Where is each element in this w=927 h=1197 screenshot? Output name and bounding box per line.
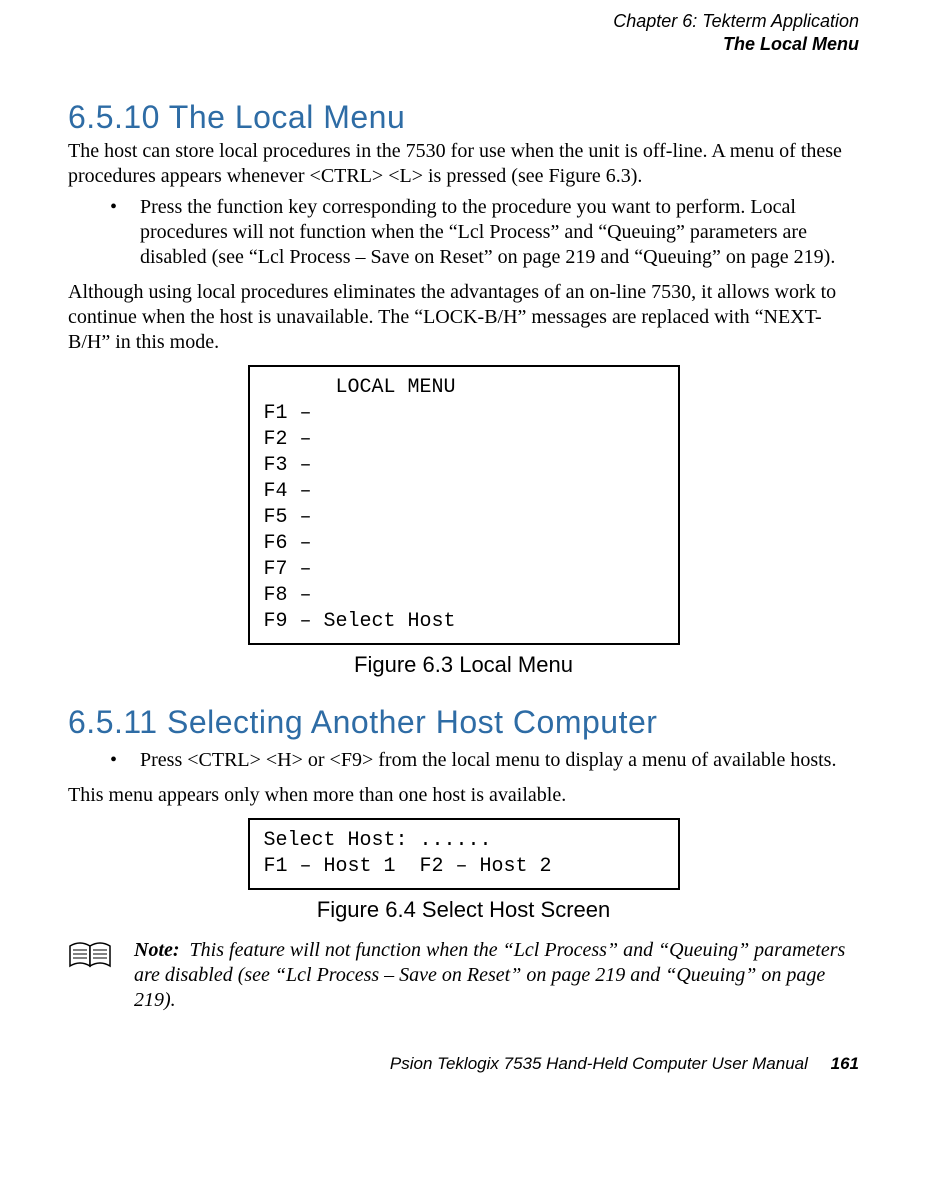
figure-6-3-caption: Figure 6.3 Local Menu: [68, 651, 859, 679]
paragraph: This menu appears only when more than on…: [68, 783, 859, 808]
note-body: This feature will not function when the …: [134, 939, 845, 1011]
note-block: Note:This feature will not function when…: [68, 938, 859, 1013]
paragraph: The host can store local procedures in t…: [68, 139, 859, 189]
note-text: Note:This feature will not function when…: [128, 938, 859, 1013]
list-item: Press <CTRL> <H> or <F9> from the local …: [68, 748, 859, 773]
footer-title: Psion Teklogix 7535 Hand-Held Computer U…: [390, 1054, 808, 1073]
figure-6-3-screen: LOCAL MENU F1 – F2 – F3 – F4 – F5 – F6 –…: [248, 365, 680, 645]
running-header-section: The Local Menu: [68, 33, 859, 56]
list-item: Press the function key corresponding to …: [68, 195, 859, 270]
page-footer: Psion Teklogix 7535 Hand-Held Computer U…: [68, 1053, 859, 1074]
paragraph: Although using local procedures eliminat…: [68, 280, 859, 355]
book-icon: [68, 940, 114, 977]
note-label: Note:: [134, 939, 180, 961]
figure-6-4-screen: Select Host: ...... F1 – Host 1 F2 – Hos…: [248, 818, 680, 890]
heading-6-5-10: 6.5.10 The Local Menu: [68, 97, 859, 137]
running-header: Chapter 6: Tekterm Application The Local…: [68, 10, 859, 57]
heading-6-5-11: 6.5.11 Selecting Another Host Computer: [68, 702, 859, 742]
figure-6-4-caption: Figure 6.4 Select Host Screen: [68, 896, 859, 924]
page-number: 161: [831, 1054, 859, 1073]
running-header-chapter: Chapter 6: Tekterm Application: [68, 10, 859, 33]
